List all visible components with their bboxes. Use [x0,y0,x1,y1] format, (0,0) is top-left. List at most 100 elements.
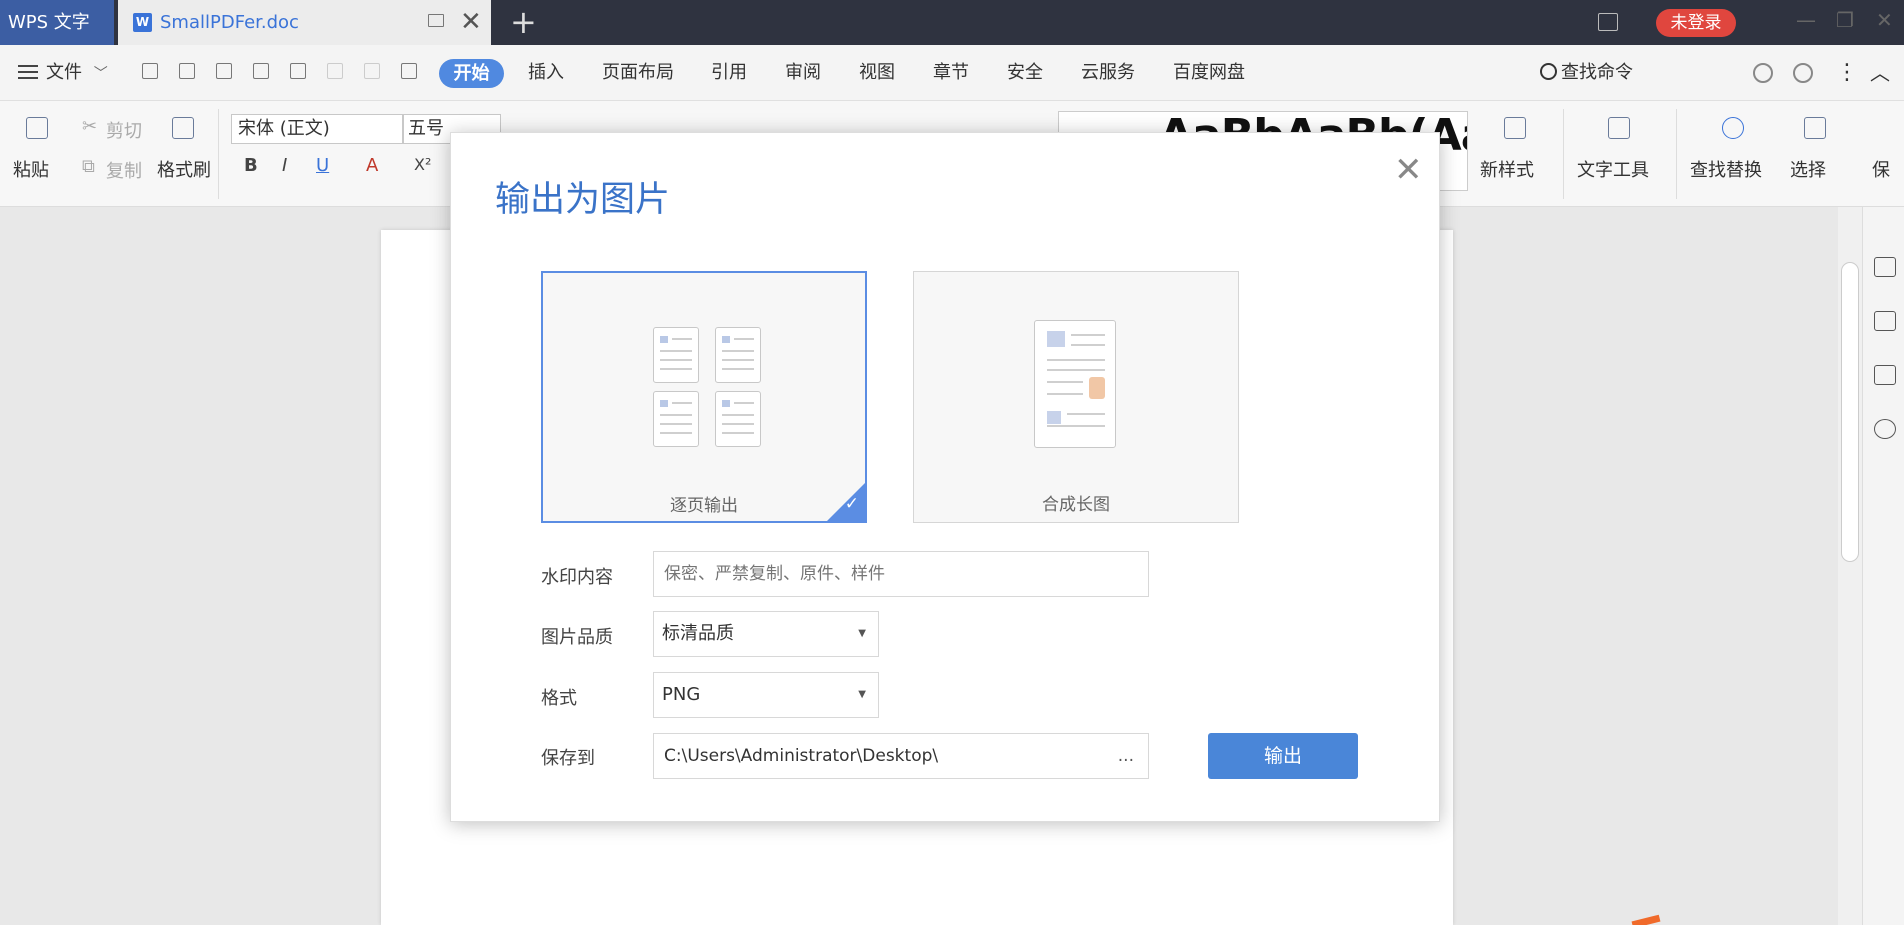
search-command-label: 查找命令 [1561,62,1633,83]
ribbon-divider [218,109,219,199]
tab-references[interactable]: 引用 [711,45,747,101]
pen-icon[interactable] [1874,257,1896,277]
browse-button[interactable]: ... [1118,734,1134,778]
copy-icon[interactable]: ⧉ [82,156,95,177]
italic-button[interactable]: I [282,155,287,176]
vertical-scrollbar[interactable] [1838,207,1862,925]
redo-icon[interactable] [364,63,380,79]
option-long-image-label: 合成长图 [1042,495,1110,515]
font-color-button[interactable]: A [366,155,378,176]
close-icon[interactable]: ✕ [1394,153,1423,187]
collapse-ribbon-icon[interactable]: ︿ [1870,45,1890,101]
scrollbar-thumb[interactable] [1841,262,1859,562]
long-image-icon [1034,320,1116,448]
tab-start[interactable]: 开始 [439,59,504,88]
tab-insert[interactable]: 插入 [528,45,564,101]
chevron-down-icon: ▼ [858,689,866,700]
cut-button[interactable]: 剪切 [106,117,142,143]
paste-button[interactable]: 粘贴 [13,156,49,182]
tab-security[interactable]: 安全 [1007,45,1043,101]
quality-value: 标清品质 [662,623,734,644]
chevron-down-icon: ﹀ [93,66,108,82]
minimize-icon[interactable]: — [1796,8,1816,32]
scissors-icon[interactable]: ✂ [82,116,97,137]
save-path-field[interactable]: C:\Users\Administrator\Desktop\ ... [653,733,1149,779]
monitor-icon[interactable] [428,14,444,27]
sliders-icon[interactable] [1874,365,1896,385]
gear-icon[interactable] [1793,63,1813,83]
new-style-button[interactable]: 新样式 [1480,156,1534,182]
copy-button[interactable]: 复制 [106,157,142,183]
watermark-label: 水印内容 [541,567,613,588]
document-tab[interactable]: W SmallPDFer.doc ✕ [118,0,491,45]
tab-page-layout[interactable]: 页面布局 [602,45,674,101]
format-painter-button[interactable]: 格式刷 [157,156,211,182]
more-icon[interactable]: ⋮ [1836,45,1858,101]
page-thumb-icon [715,327,761,383]
format-painter-icon[interactable] [172,117,194,139]
find-icon[interactable] [1722,117,1744,139]
underline-button[interactable]: U [316,155,329,176]
page-thumb-icon [653,391,699,447]
search-icon [1540,63,1557,80]
new-style-icon[interactable] [1504,117,1526,139]
customize-icon[interactable] [401,63,417,79]
page-thumb-icon [715,391,761,447]
page-thumb-icon [653,327,699,383]
word-doc-icon: W [133,13,152,32]
new-tab-icon[interactable]: + [510,4,537,40]
bold-button[interactable]: B [244,155,258,176]
close-tab-icon[interactable]: ✕ [460,8,482,36]
superscript-button[interactable]: X² [414,155,431,174]
share-icon[interactable] [1874,419,1896,439]
watermark-input[interactable] [653,551,1149,597]
chevron-down-icon: ▼ [858,628,866,639]
undo-icon[interactable] [327,63,343,79]
tab-view[interactable]: 视图 [859,45,895,101]
quality-select[interactable]: 标清品质 ▼ [653,611,879,657]
find-replace-button[interactable]: 查找替换 [1690,156,1762,182]
paste-icon[interactable] [26,117,48,139]
tab-chapter[interactable]: 章节 [933,45,969,101]
export-image-dialog: 输出为图片 ✕ 逐页输出 ✓ 合成长图 水印内容 保密、严禁复制、原件、样件 图… [450,132,1440,822]
cursor-icon[interactable] [1804,117,1826,139]
document-tab-label: SmallPDFer.doc [160,12,299,33]
select-button[interactable]: 选择 [1790,156,1826,182]
file-menu-label: 文件 [46,62,82,83]
format-label: 格式 [541,688,577,709]
format-select[interactable]: PNG ▼ [653,672,879,718]
print-preview-icon[interactable] [290,63,306,79]
comment-icon[interactable] [1753,63,1773,83]
close-window-icon[interactable]: ✕ [1876,8,1893,32]
protect-button[interactable]: 保 [1872,156,1890,182]
checkmark-icon: ✓ [844,494,859,514]
option-long-image[interactable]: 合成长图 [913,271,1239,523]
ribbon-divider [1676,109,1677,199]
tab-baidu-disk[interactable]: 百度网盘 [1173,45,1245,101]
font-name-select[interactable]: 宋体 (正文) [231,114,403,144]
cursor-select-icon[interactable] [1874,311,1896,331]
window-mode-icon[interactable] [1598,13,1618,31]
hamburger-icon [18,65,38,79]
open-icon[interactable] [142,63,158,79]
save-path-value: C:\Users\Administrator\Desktop\ [664,746,939,766]
wrench-icon[interactable] [1608,117,1630,139]
print-icon[interactable] [253,63,269,79]
export-pdf-icon[interactable] [216,63,232,79]
title-bar: WPS 文字 W SmallPDFer.doc ✕ + 未登录 — ❐ ✕ [0,0,1904,45]
menu-bar: 文件 ﹀ 开始 插入 页面布局 引用 审阅 视图 章节 安全 云服务 百度网盘 … [0,45,1904,101]
option-per-page[interactable]: 逐页输出 ✓ [541,271,867,523]
text-tools-button[interactable]: 文字工具 [1577,156,1649,182]
format-value: PNG [662,684,701,705]
tab-review[interactable]: 审阅 [785,45,821,101]
maximize-icon[interactable]: ❐ [1836,8,1854,32]
save-to-label: 保存到 [541,748,595,769]
export-button[interactable]: 输出 [1208,733,1358,779]
tab-cloud[interactable]: 云服务 [1081,45,1135,101]
search-command[interactable]: 查找命令 [1540,45,1633,101]
login-button[interactable]: 未登录 [1656,9,1736,37]
save-icon[interactable] [179,63,195,79]
file-menu[interactable]: 文件 ﹀ [18,45,108,102]
ribbon-divider [1563,109,1564,199]
app-label[interactable]: WPS 文字 [0,0,114,45]
